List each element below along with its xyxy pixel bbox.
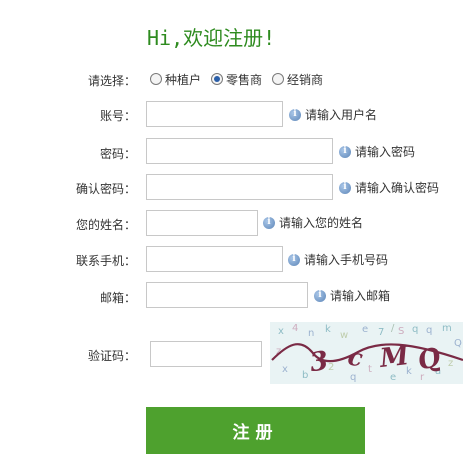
email-input[interactable] — [146, 282, 308, 308]
svg-text:x: x — [278, 326, 284, 337]
confirm-password-hint-text: 请输入确认密码 — [355, 181, 440, 195]
captcha-image[interactable]: x4 nk we 7/ Sq qm zx b2 qt ek ra zQ 3 c … — [270, 322, 463, 384]
confirm-password-hint: i 请输入确认密码 — [339, 179, 439, 196]
role-option-label: 种植户 — [165, 72, 202, 87]
role-option-retailer[interactable]: 零售商 — [211, 71, 262, 88]
password-hint: i 请输入密码 — [339, 143, 415, 160]
captcha-char: 3 — [308, 346, 330, 378]
captcha-input[interactable] — [150, 341, 262, 367]
svg-text:4: 4 — [292, 323, 298, 334]
phone-hint-text: 请输入手机号码 — [304, 253, 389, 267]
svg-text:t: t — [368, 364, 372, 375]
svg-text:e: e — [390, 372, 396, 383]
svg-text:x: x — [282, 364, 288, 375]
name-input[interactable] — [146, 210, 258, 236]
svg-text:q: q — [412, 324, 418, 335]
password-hint-text: 请输入密码 — [355, 145, 416, 159]
svg-text:z: z — [448, 358, 453, 369]
phone-label: 联系手机： — [75, 254, 136, 268]
svg-text:q: q — [350, 372, 356, 383]
account-hint-text: 请输入用户名 — [305, 108, 378, 122]
svg-text:Q: Q — [454, 338, 462, 349]
captcha-label: 验证码： — [87, 349, 136, 363]
register-button[interactable]: 注册 — [146, 407, 365, 454]
svg-text:m: m — [442, 323, 452, 334]
svg-text:7: 7 — [378, 327, 384, 338]
captcha-char: c — [346, 341, 366, 372]
svg-text:b: b — [302, 370, 308, 381]
radio-button[interactable] — [272, 73, 285, 85]
phone-hint: i 请输入手机号码 — [288, 251, 388, 268]
name-label: 您的姓名： — [75, 218, 136, 232]
confirm-password-label: 确认密码： — [75, 182, 136, 196]
captcha-noise: x4 nk we 7/ Sq qm zx b2 qt ek ra zQ 3 c … — [271, 323, 463, 383]
email-hint-text: 请输入邮箱 — [330, 289, 391, 303]
info-icon: i — [314, 289, 326, 302]
info-icon: i — [289, 108, 301, 121]
email-hint: i 请输入邮箱 — [314, 287, 390, 304]
svg-text:k: k — [325, 324, 331, 335]
role-option-distributor[interactable]: 经销商 — [272, 71, 323, 88]
svg-text:n: n — [308, 328, 314, 339]
svg-text:e: e — [362, 324, 368, 335]
svg-text:S: S — [398, 326, 404, 337]
role-option-label: 经销商 — [287, 72, 324, 87]
phone-input[interactable] — [146, 246, 283, 272]
email-label: 邮箱： — [99, 291, 136, 305]
radio-button[interactable] — [211, 73, 224, 85]
name-hint: i 请输入您的姓名 — [263, 214, 363, 231]
svg-text:/: / — [391, 323, 395, 334]
confirm-password-input[interactable] — [146, 174, 333, 200]
svg-text:w: w — [340, 330, 348, 341]
captcha-char: M — [377, 341, 411, 374]
role-label: 请选择： — [87, 74, 136, 88]
role-option-label: 零售商 — [226, 72, 263, 87]
radio-button[interactable] — [150, 73, 162, 85]
svg-text:q: q — [426, 325, 432, 336]
name-hint-text: 请输入您的姓名 — [279, 216, 364, 230]
info-icon: i — [288, 253, 300, 266]
info-icon: i — [339, 145, 351, 158]
page-title: Hi,欢迎注册! — [147, 26, 276, 50]
role-option-grower[interactable]: 种植户 — [150, 71, 201, 88]
info-icon: i — [339, 181, 351, 194]
account-input[interactable] — [146, 101, 283, 127]
password-input[interactable] — [146, 138, 333, 164]
password-label: 密码： — [99, 147, 136, 161]
account-label: 账号： — [99, 109, 136, 123]
role-radio-group: 种植户 零售商 经销商 — [150, 70, 333, 88]
info-icon: i — [263, 216, 275, 229]
account-hint: i 请输入用户名 — [289, 106, 377, 123]
